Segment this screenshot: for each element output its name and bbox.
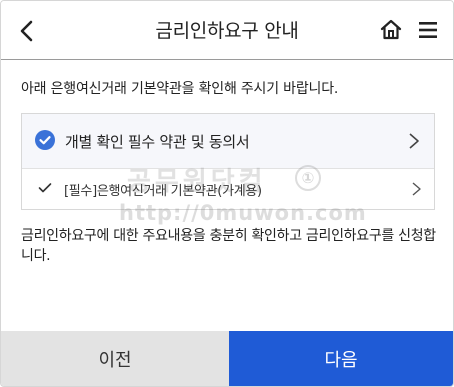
page-title: 금리인하요구 안내: [155, 20, 299, 42]
agreement-main-row[interactable]: 개별 확인 필수 약관 및 동의서: [22, 114, 434, 168]
intro-text: 아래 은행여신거래 기본약관을 확인해 주시기 바랍니다.: [21, 81, 339, 97]
prev-button[interactable]: 이전: [1, 331, 229, 386]
check-circle-icon[interactable]: [35, 130, 55, 150]
chevron-right-icon: [409, 133, 419, 149]
watermark-text: 공무원닷컴: [127, 167, 267, 197]
home-button[interactable]: [377, 16, 405, 44]
header-divider: [1, 59, 453, 60]
back-arrow-icon: [20, 20, 33, 42]
next-button[interactable]: 다음: [229, 331, 453, 386]
header: 금리인하요구 안내: [1, 1, 453, 59]
app-frame: 금리인하요구 안내 아래 은행여신거래 기본약관을 확인해 주시기 바랍니다.: [0, 0, 454, 387]
back-button[interactable]: [13, 17, 41, 45]
watermark-url: http://0muwon.com: [119, 201, 367, 225]
chevron-right-icon: [412, 182, 421, 196]
agreement-main-label: 개별 확인 필수 약관 및 동의서: [65, 133, 250, 151]
watermark-badge: ①: [295, 165, 321, 191]
menu-button[interactable]: [415, 17, 441, 43]
checkmark-icon: [38, 183, 52, 193]
notice-text: 금리인하요구에 대한 주요내용을 충분히 확인하고 금리인하요구를 신청합니다.: [21, 228, 436, 264]
hamburger-menu-icon: [419, 22, 437, 38]
home-icon: [380, 19, 402, 40]
